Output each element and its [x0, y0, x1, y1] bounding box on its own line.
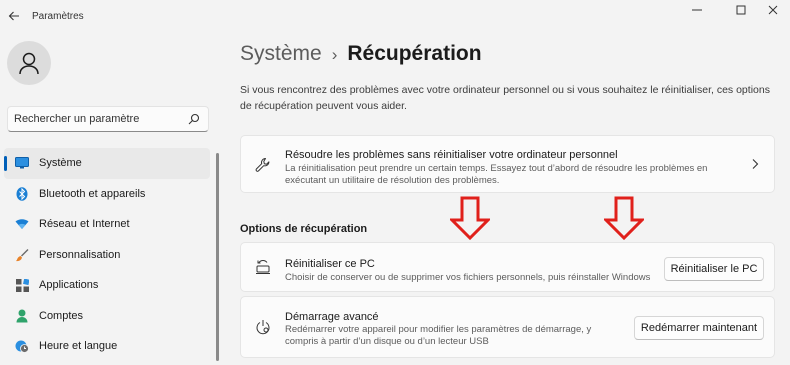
reset-pc-title: Réinitialiser ce PC: [285, 258, 375, 270]
reset-pc-icon: [255, 259, 271, 275]
search-input[interactable]: [14, 111, 184, 127]
breadcrumb-separator: ›: [331, 45, 338, 64]
chevron-right-icon: [752, 159, 759, 169]
troubleshoot-card[interactable]: Résoudre les problèmes sans réinitialise…: [240, 135, 775, 193]
back-button[interactable]: [4, 6, 24, 26]
sidebar-item-heure-langue[interactable]: Heure et langue: [4, 331, 210, 362]
sidebar-item-label: Personnalisation: [39, 248, 121, 261]
maximize-icon: [736, 5, 746, 15]
title-bar: Paramètres: [0, 0, 790, 32]
intro-text: Si vous rencontrez des problèmes avec vo…: [240, 84, 770, 112]
sidebar-item-label: Comptes: [39, 309, 84, 322]
advanced-startup-icon: [255, 319, 271, 335]
close-icon: [768, 5, 778, 15]
troubleshoot-title: Résoudre les problèmes sans réinitialise…: [285, 149, 618, 161]
wifi-icon: [15, 217, 29, 231]
apps-icon: [15, 278, 29, 292]
section-title: Options de récupération: [240, 223, 368, 235]
sidebar-scrollbar[interactable]: [216, 153, 219, 361]
sidebar-item-reseau[interactable]: Réseau et Internet: [4, 209, 210, 240]
advanced-startup-description: Redémarrer votre appareil pour modifier …: [285, 324, 592, 347]
sidebar-item-bluetooth[interactable]: Bluetooth et appareils: [4, 179, 210, 210]
annotation-arrow-down-icon: [450, 196, 490, 240]
sidebar-item-comptes[interactable]: Comptes: [4, 301, 210, 332]
app-title: Paramètres: [32, 11, 84, 22]
sidebar-item-applications[interactable]: Applications: [4, 270, 210, 301]
annotation-arrow-down-icon: [604, 196, 644, 240]
user-icon: [19, 52, 39, 75]
search-field[interactable]: [7, 106, 209, 132]
brush-icon: [15, 248, 29, 262]
person-icon: [15, 309, 29, 323]
display-icon: [15, 156, 29, 170]
sidebar-item-label: Applications: [39, 279, 99, 292]
globe-clock-icon: [15, 339, 29, 354]
reset-pc-button[interactable]: Réinitialiser le PC: [664, 257, 764, 281]
minimize-icon: [692, 9, 702, 11]
bluetooth-icon: [15, 186, 29, 201]
sidebar-item-systeme[interactable]: Système: [4, 148, 210, 179]
advanced-startup-card: Démarrage avancé Redémarrer votre appare…: [240, 296, 775, 358]
sidebar-item-label: Réseau et Internet: [39, 218, 130, 231]
breadcrumb-current: Récupération: [347, 42, 482, 65]
breadcrumb-parent[interactable]: Système: [240, 42, 322, 65]
back-arrow-icon: [8, 11, 19, 21]
sidebar-item-label: Heure et langue: [39, 340, 118, 353]
sidebar-item-personnalisation[interactable]: Personnalisation: [4, 240, 210, 271]
avatar[interactable]: [7, 41, 51, 85]
page-title: Système › Récupération: [240, 42, 482, 66]
reset-pc-description: Choisir de conserver ou de supprimer vos…: [285, 272, 651, 283]
troubleshoot-description: La réinitialisation peut prendre un cert…: [285, 163, 708, 186]
minimize-button[interactable]: [680, 0, 714, 20]
restart-now-button[interactable]: Redémarrer maintenant: [634, 316, 764, 340]
advanced-startup-title: Démarrage avancé: [285, 311, 379, 323]
reset-pc-card: Réinitialiser ce PC Choisir de conserver…: [240, 242, 775, 292]
close-button[interactable]: [756, 0, 790, 20]
maximize-button[interactable]: [724, 0, 758, 20]
sidebar-nav: Système Bluetooth et appareils Réseau et…: [4, 148, 210, 362]
search-icon[interactable]: [188, 113, 200, 125]
wrench-icon: [255, 157, 271, 173]
sidebar-item-label: Système: [39, 157, 82, 170]
sidebar-item-label: Bluetooth et appareils: [39, 187, 146, 200]
